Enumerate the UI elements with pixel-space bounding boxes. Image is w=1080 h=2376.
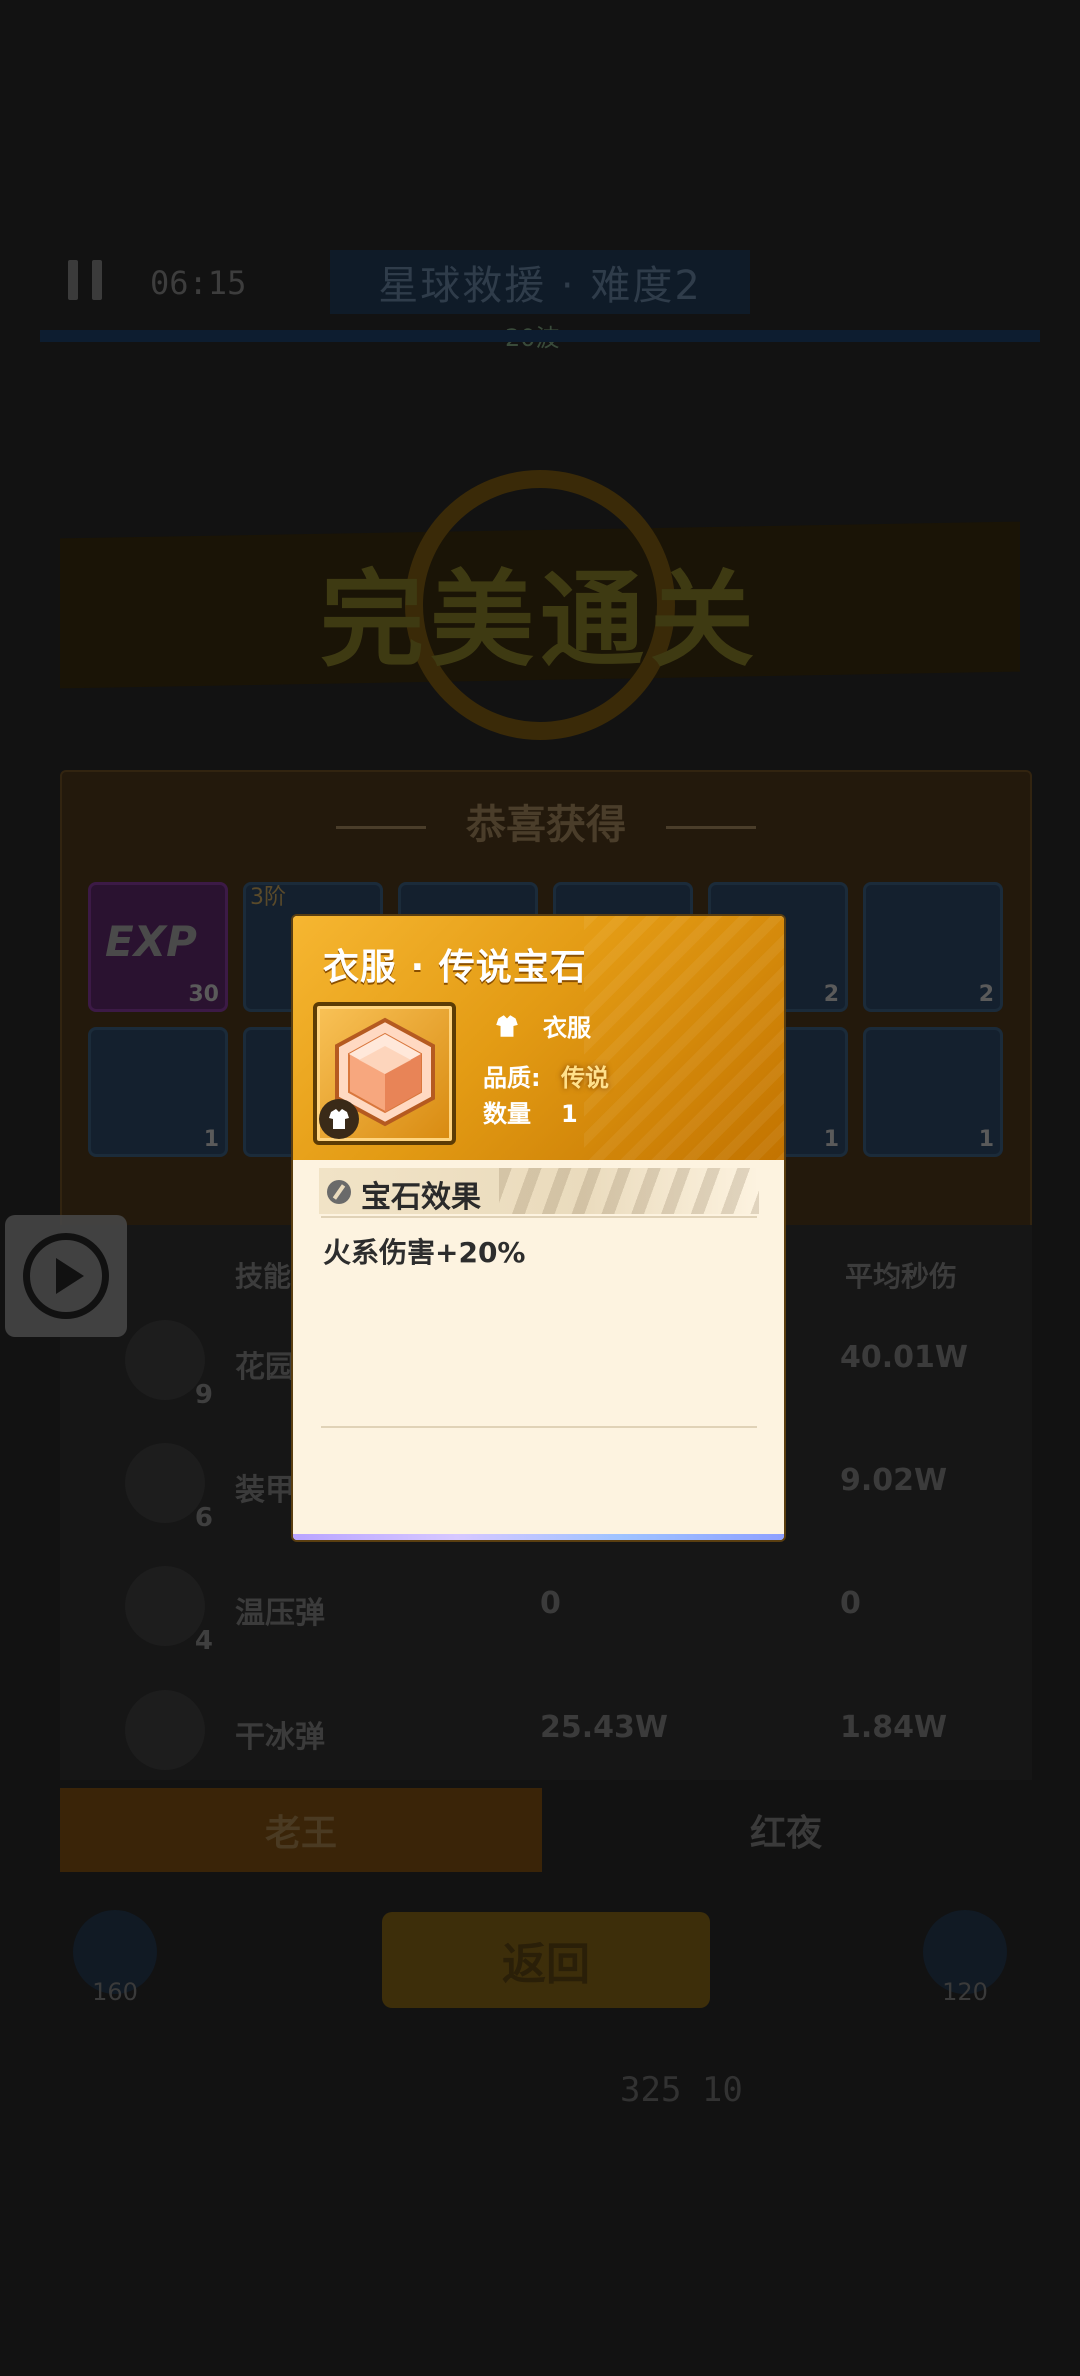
footer-readout: 325 10 (620, 2070, 743, 2110)
resource-right: 120 (915, 1910, 1015, 2020)
item-type-label: 衣服 (543, 1014, 591, 1042)
gem-effect-header: 宝石效果 (319, 1168, 759, 1215)
skill-icon: 9 (125, 1320, 213, 1410)
divider (321, 1426, 757, 1428)
victory-title: 完美通关 (319, 559, 760, 681)
quality-value: 传说 (561, 1064, 609, 1092)
skill-level: 9 (194, 1380, 213, 1410)
tab-character-laowang[interactable]: 老王 (60, 1788, 542, 1872)
item-type: 衣服 (493, 1008, 591, 1043)
resource-right-count: 120 (942, 1978, 988, 2006)
pause-icon (68, 260, 102, 300)
clothes-icon (496, 1014, 518, 1037)
reward-count: 2 (823, 982, 839, 1007)
skill-icon: 6 (125, 1443, 213, 1533)
reward-count: 2 (978, 982, 994, 1007)
gem-effect-title: 宝石效果 (361, 1180, 481, 1215)
reward-count: 1 (203, 1127, 219, 1152)
item-detail-popup: 衣服 · 传说宝石 衣服 品质: 传说 数量 1 宝石效果 火系伤害+20% (293, 916, 784, 1540)
skill-dps: 9.02W (840, 1463, 948, 1498)
column-header-dps: 平均秒伤 (845, 1260, 958, 1293)
skill-dps: 1.84W (840, 1710, 948, 1745)
skill-dps: 0 (840, 1586, 861, 1621)
item-quality-row: 品质: 传说 (483, 1058, 609, 1093)
back-button[interactable]: 返回 (382, 1912, 710, 2008)
play-overlay-button[interactable] (5, 1215, 127, 1337)
skill-row: 4 温压弹 0 0 (125, 1566, 1005, 1666)
decorative-stripes (499, 1168, 759, 1214)
divider (321, 1216, 757, 1218)
skill-name: 花园 (235, 1350, 295, 1385)
reward-tile[interactable]: 1 (88, 1027, 228, 1157)
exp-label: EXP (105, 917, 197, 966)
reward-count: 1 (823, 1127, 839, 1152)
reward-count: 1 (978, 1127, 994, 1152)
game-hud: 06:15 星球救援 · 难度2 20波 (0, 230, 1080, 352)
popup-bottom-edge (293, 1534, 784, 1540)
effect-icon (327, 1180, 351, 1204)
item-quantity-row: 数量 1 (483, 1094, 578, 1129)
resource-left: 160 (65, 1910, 165, 2020)
quantity-key: 数量 (483, 1100, 531, 1128)
column-header-skill: 技能 (235, 1260, 292, 1293)
clothes-slot-icon (319, 1099, 359, 1139)
popup-header: 衣服 · 传说宝石 衣服 品质: 传说 数量 1 (293, 916, 784, 1160)
skill-icon (125, 1690, 205, 1770)
skill-row: 干冰弹 25.43W 1.84W (125, 1690, 1005, 1790)
skill-name: 干冰弹 (235, 1720, 325, 1755)
hud-progress-bar (40, 330, 1040, 342)
skill-name: 装甲 (235, 1473, 295, 1508)
resource-left-count: 160 (92, 1978, 138, 2006)
tab-character-hongye[interactable]: 红夜 (545, 1788, 1027, 1872)
skill-damage: 25.43W (540, 1710, 668, 1745)
skill-name: 温压弹 (235, 1596, 325, 1631)
reward-tile-exp[interactable]: EXP 30 (88, 882, 228, 1012)
skill-level: 6 (194, 1503, 213, 1533)
skill-level: 4 (194, 1626, 213, 1656)
gem-effect-text: 火系伤害+20% (323, 1236, 526, 1269)
skill-dps: 40.01W (840, 1340, 968, 1375)
reward-count: 30 (188, 982, 219, 1007)
popup-title: 衣服 · 传说宝石 (323, 947, 587, 988)
item-icon-frame (313, 1002, 456, 1145)
play-icon (23, 1233, 109, 1319)
reward-tile[interactable]: 1 (863, 1027, 1003, 1157)
reward-tile[interactable]: 2 (863, 882, 1003, 1012)
reward-tier: 3阶 (250, 885, 286, 910)
reward-header: 恭喜获得 (62, 792, 1030, 850)
skill-damage: 0 (540, 1586, 561, 1621)
skill-icon: 4 (125, 1566, 213, 1656)
quantity-value: 1 (561, 1100, 578, 1128)
stage-title: 星球救援 · 难度2 (330, 250, 750, 314)
game-timer: 06:15 (150, 264, 247, 302)
quality-key: 品质: (483, 1064, 541, 1092)
